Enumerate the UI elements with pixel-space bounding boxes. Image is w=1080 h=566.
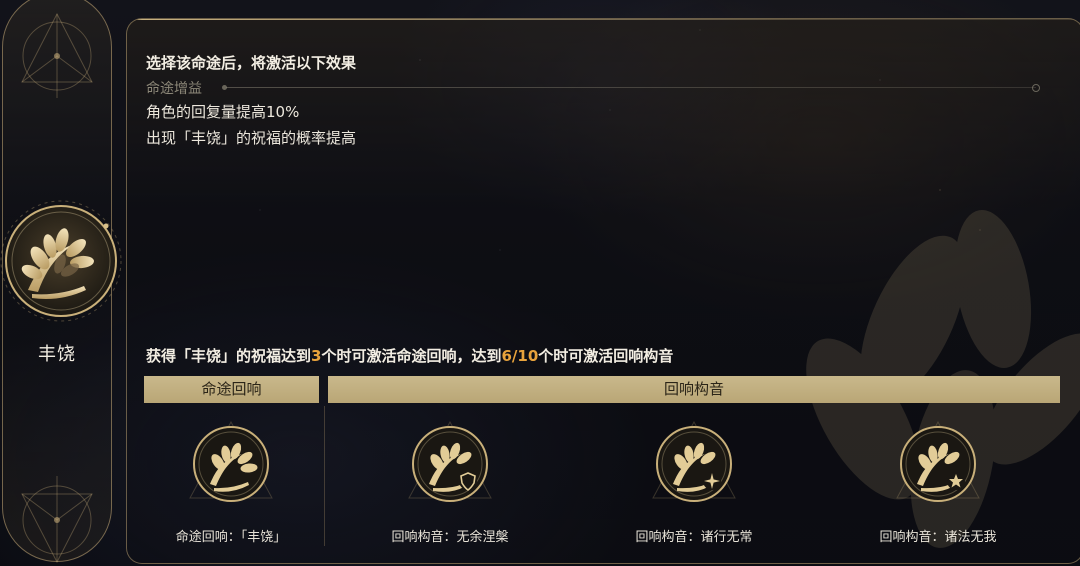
wheat-emblem-icon: [408, 420, 492, 502]
echo-label: 回响构音：无余涅槃: [391, 530, 509, 545]
effect-line-2: 出现「丰饶」的祝福的概率提高: [146, 129, 357, 147]
section-divider: [324, 406, 325, 546]
requirement-text: 获得「丰饶」的祝福达到3个时可激活命途回响，达到6/10个时可激活回响构音: [146, 345, 673, 366]
requirement-part3: 个时可激活回响构音: [538, 347, 674, 365]
constellation-ornament-bottom: [21, 476, 93, 564]
path-echo-header: 命途回响: [144, 376, 319, 403]
wheat-emblem-icon: [189, 420, 273, 502]
echo-item-timbre-3[interactable]: 回响构音：诸法无我: [848, 418, 1028, 548]
wheat-emblem-icon: [896, 420, 980, 502]
requirement-num2: 6/10: [501, 347, 539, 365]
wheat-sheaf-icon[interactable]: [0, 198, 124, 324]
echo-item-timbre-2[interactable]: 回响构音：诸行无常: [604, 418, 784, 548]
bonus-divider: [222, 84, 1040, 92]
shield-badge-icon: [459, 472, 477, 491]
echo-item-timbre-1[interactable]: 回响构音：无余涅槃: [360, 418, 540, 548]
echo-item-path-echo[interactable]: 命途回响：「丰饶」: [141, 418, 321, 548]
echo-timbre-header: 回响构音: [328, 376, 1060, 403]
echo-label: 命途回响：「丰饶」: [175, 530, 287, 545]
path-name-label: 丰饶: [38, 344, 76, 365]
requirement-part2: 个时可激活命途回响，达到: [321, 347, 502, 365]
constellation-ornament-top: [21, 12, 93, 98]
echo-label: 回响构音：诸行无常: [635, 530, 753, 545]
activation-intro-text: 选择该命途后，将激活以下效果: [146, 54, 357, 72]
path-selector-rail[interactable]: 丰饶: [0, 0, 122, 566]
sparkle-badge-icon: [703, 472, 721, 490]
bonus-label: 命途增益: [146, 81, 202, 97]
star-badge-icon: [947, 472, 965, 490]
bonus-label-row: 命途增益: [146, 78, 1056, 97]
effect-line-1: 角色的回复量提高10%: [146, 103, 300, 121]
wheat-emblem-icon: [652, 420, 736, 502]
echo-label: 回响构音：诸法无我: [879, 530, 997, 545]
requirement-num1: 3: [311, 347, 322, 365]
panel-top-accent: [127, 19, 1080, 20]
requirement-part1: 获得「丰饶」的祝福达到: [146, 347, 312, 365]
